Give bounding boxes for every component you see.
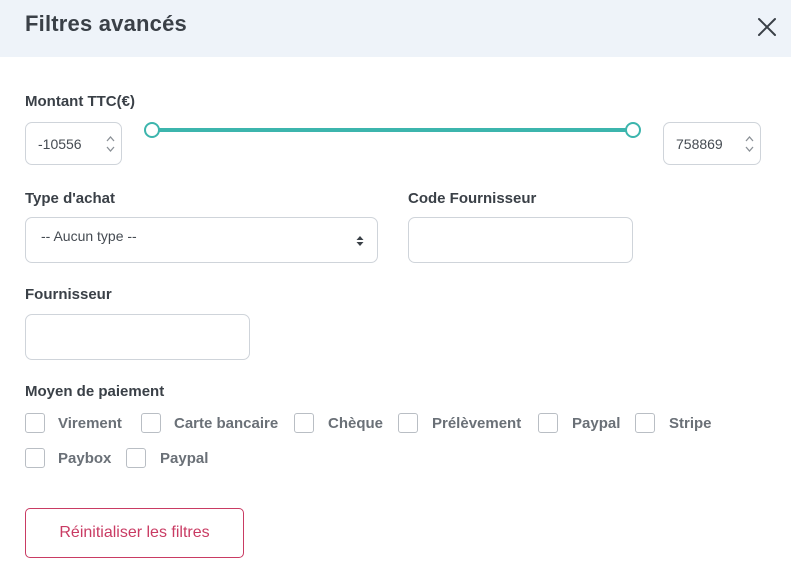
payment-checkbox-cheque[interactable] xyxy=(294,413,314,433)
amount-range-max-handle[interactable] xyxy=(625,122,641,138)
payment-option-label[interactable]: Virement xyxy=(58,415,122,432)
payment-option-label[interactable]: Stripe xyxy=(669,415,712,432)
payment-option-label[interactable]: Chèque xyxy=(328,415,383,432)
purchase-type-value: -- Aucun type -- xyxy=(41,228,137,244)
supplier-input[interactable] xyxy=(25,314,250,360)
spinner-arrows-icon[interactable] xyxy=(106,135,115,153)
payment-option-label[interactable]: Prélèvement xyxy=(432,415,521,432)
amount-label: Montant TTC(€) xyxy=(25,93,135,110)
purchase-type-select[interactable]: -- Aucun type -- xyxy=(25,217,378,263)
payment-method-label: Moyen de paiement xyxy=(25,383,165,400)
modal-title: Filtres avancés xyxy=(25,11,187,36)
payment-checkbox-paypal-2[interactable] xyxy=(126,448,146,468)
payment-checkbox-prelevement[interactable] xyxy=(398,413,418,433)
supplier-code-label: Code Fournisseur xyxy=(408,190,537,207)
payment-option-label[interactable]: Paypal xyxy=(572,415,620,432)
amount-min-value: -10556 xyxy=(38,136,82,152)
payment-option-label[interactable]: Paypal xyxy=(160,450,208,467)
payment-option-label[interactable]: Carte bancaire xyxy=(174,415,278,432)
payment-checkbox-paypal[interactable] xyxy=(538,413,558,433)
payment-checkbox-paybox[interactable] xyxy=(25,448,45,468)
amount-range-track[interactable] xyxy=(152,128,634,132)
spinner-arrows-icon[interactable] xyxy=(745,135,754,153)
payment-option-label[interactable]: Paybox xyxy=(58,450,111,467)
amount-max-value: 758869 xyxy=(676,136,723,152)
payment-checkbox-virement[interactable] xyxy=(25,413,45,433)
purchase-type-label: Type d'achat xyxy=(25,190,115,207)
payment-checkbox-carte-bancaire[interactable] xyxy=(141,413,161,433)
close-icon[interactable] xyxy=(754,14,780,40)
payment-checkbox-stripe[interactable] xyxy=(635,413,655,433)
amount-min-input[interactable]: -10556 xyxy=(25,122,122,165)
amount-max-input[interactable]: 758869 xyxy=(663,122,761,165)
supplier-label: Fournisseur xyxy=(25,286,112,303)
reset-filters-button[interactable]: Réinitialiser les filtres xyxy=(25,508,244,558)
supplier-code-input[interactable] xyxy=(408,217,633,263)
select-arrows-icon xyxy=(356,236,364,246)
amount-range-min-handle[interactable] xyxy=(144,122,160,138)
modal-header: Filtres avancés xyxy=(0,0,791,57)
